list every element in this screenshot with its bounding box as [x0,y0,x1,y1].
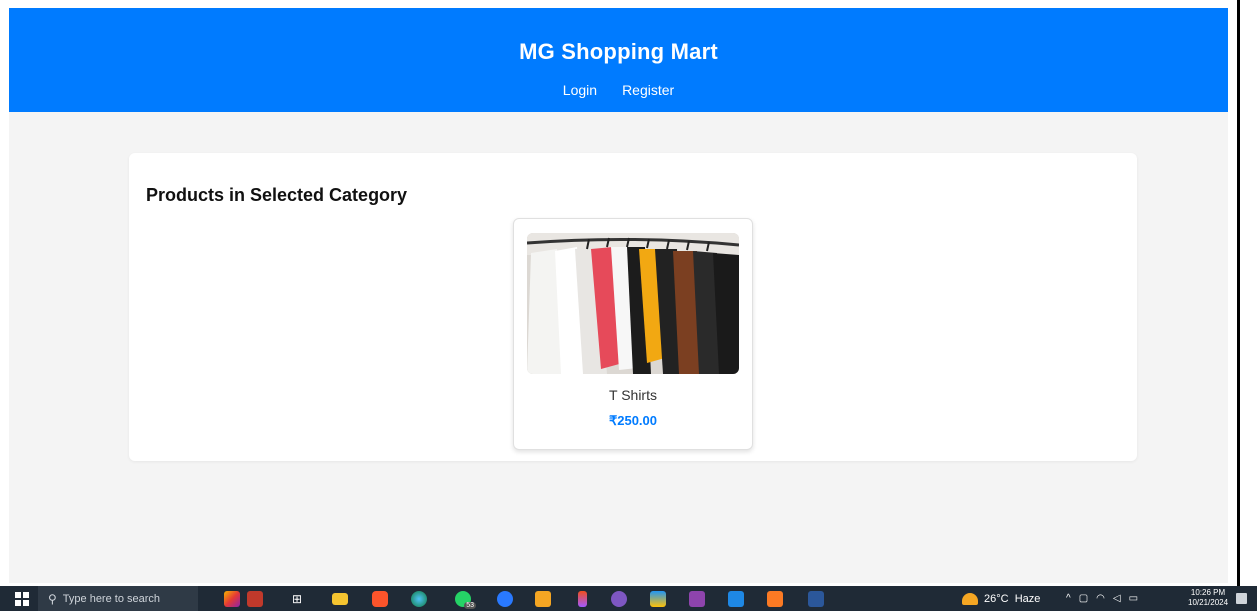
product-card[interactable]: T Shirts ₹250.00 [513,218,753,450]
word-icon[interactable] [806,586,826,611]
pinned-app-paint-icon[interactable] [222,586,242,611]
system-tray: ^ ▢ ◠ ◁ ▭ [1066,586,1138,611]
pinned-app-blue-icon[interactable] [495,586,515,611]
wifi-icon[interactable]: ◠ [1096,593,1105,604]
taskbar-search[interactable]: ⚲ Type here to search [38,586,198,611]
brave-browser-icon[interactable] [370,586,390,611]
notifications-icon[interactable] [1232,586,1250,611]
file-explorer-icon[interactable] [330,586,350,611]
clock-time: 10:26 PM [1190,588,1226,597]
meet-now-icon[interactable]: ▢ [1079,593,1088,604]
site-header: MG Shopping Mart Login Register [9,8,1228,112]
pinned-app-cube-icon[interactable] [533,586,553,611]
product-name[interactable]: T Shirts [514,387,752,403]
vscode-icon[interactable] [726,586,746,611]
products-container: Products in Selected Category T Shirts ₹… [129,153,1137,461]
product-image[interactable] [527,233,739,374]
pinned-app-photo-icon[interactable] [245,586,265,611]
volume-icon[interactable]: ◁ [1113,593,1121,604]
main-nav: Login Register [9,82,1228,98]
task-view-icon[interactable]: ⊞ [287,586,307,611]
taskbar-clock[interactable]: 10:26 PM 10/21/2024 [1188,588,1228,608]
figma-icon[interactable] [572,586,592,611]
window-border [1237,0,1240,611]
clock-date: 10/21/2024 [1188,598,1229,607]
windows-taskbar: ⚲ Type here to search ⊞ 53 26°C Haze ^ ▢… [0,586,1257,611]
whatsapp-icon[interactable]: 53 [450,586,476,611]
login-link[interactable]: Login [563,82,597,98]
windows-logo-icon [15,591,29,606]
search-icon: ⚲ [48,591,57,606]
search-placeholder: Type here to search [62,592,161,605]
weather-widget[interactable]: 26°C Haze [962,586,1040,611]
visual-studio-icon[interactable] [687,586,707,611]
tshirt-rack-image [527,233,739,374]
chevron-up-icon[interactable]: ^ [1066,593,1071,604]
pinned-app-award-icon[interactable] [648,586,668,611]
start-button[interactable] [14,586,30,611]
site-title: MG Shopping Mart [519,39,718,64]
product-price: ₹250.00 [608,413,658,428]
xampp-icon[interactable] [765,586,785,611]
weather-haze-icon [962,592,978,605]
edge-browser-icon[interactable] [409,586,429,611]
section-title: Products in Selected Category [146,185,408,205]
whatsapp-badge: 53 [464,602,476,609]
battery-icon[interactable]: ▭ [1129,593,1138,604]
register-link[interactable]: Register [622,82,674,98]
pinned-app-purple-icon[interactable] [609,586,629,611]
browser-page: MG Shopping Mart Login Register Products… [9,8,1228,583]
weather-text: 26°C Haze [984,592,1041,605]
